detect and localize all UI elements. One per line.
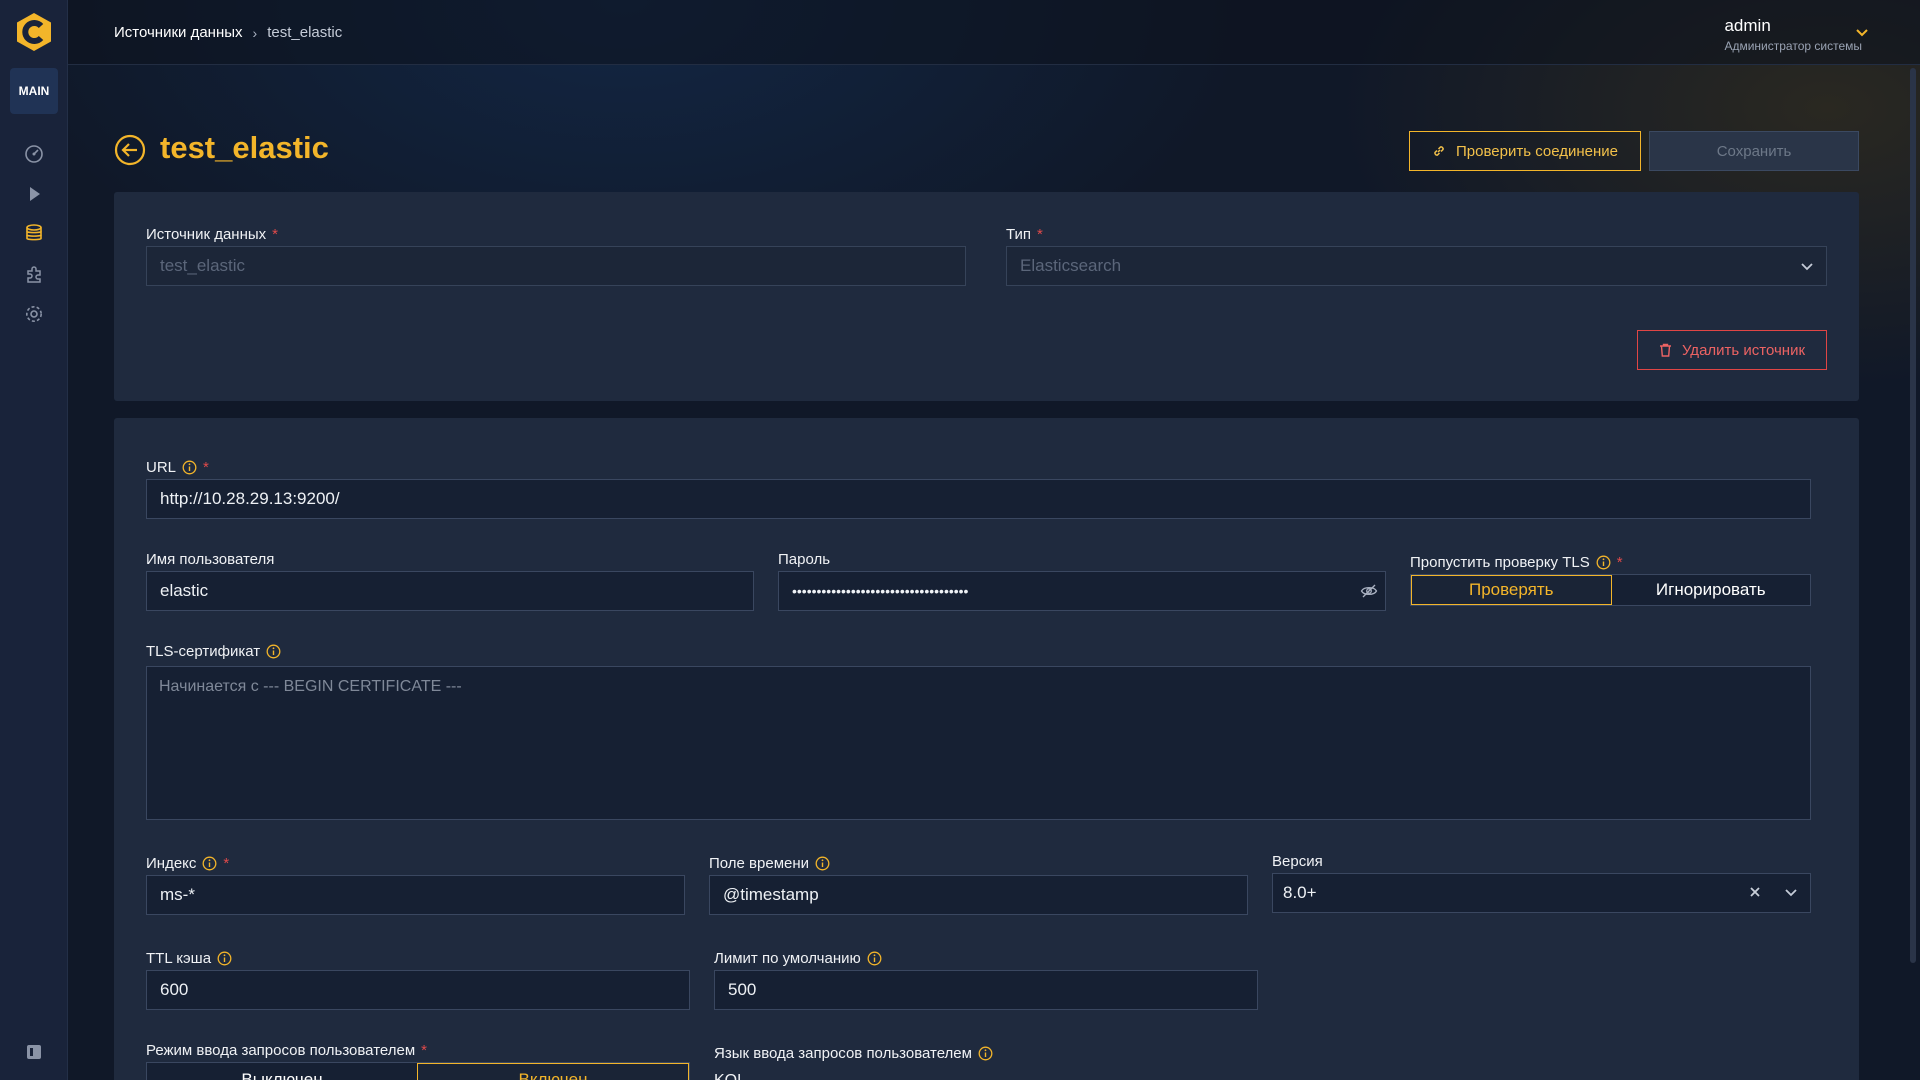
breadcrumb-current: test_elastic xyxy=(267,24,343,41)
tls-certificate-textarea[interactable] xyxy=(146,666,1811,820)
page-title: test_elastic xyxy=(160,130,329,165)
info-icon[interactable] xyxy=(182,460,197,475)
info-icon[interactable] xyxy=(217,951,232,966)
tls-verify-toggle: Проверять Игнорировать xyxy=(1410,574,1811,606)
check-connection-button[interactable]: Проверить соединение xyxy=(1409,131,1641,171)
top-bar: Источники данных › test_elastic admin Ад… xyxy=(68,0,1920,65)
sidebar: MAIN xyxy=(0,0,68,1080)
back-arrow-icon[interactable] xyxy=(114,134,146,166)
time-field-input[interactable] xyxy=(709,875,1248,915)
link-icon xyxy=(1434,146,1444,156)
breadcrumb: Источники данных › test_elastic xyxy=(114,24,342,41)
app-logo-icon[interactable] xyxy=(14,12,54,52)
username-label: Имя пользователя xyxy=(146,551,275,568)
chevron-down-icon[interactable] xyxy=(1799,258,1815,274)
cache-ttl-label: TTL кэша xyxy=(146,950,232,967)
info-icon[interactable] xyxy=(815,856,830,871)
save-button[interactable]: Сохранить xyxy=(1649,131,1859,171)
cache-ttl-input[interactable] xyxy=(146,970,690,1010)
query-language-value[interactable]: KQL xyxy=(714,1072,746,1080)
source-name-input[interactable] xyxy=(146,246,966,286)
query-language-label: Язык ввода запросов пользователем xyxy=(714,1045,993,1062)
clear-icon[interactable] xyxy=(1748,885,1762,899)
settings-icon[interactable] xyxy=(24,304,44,324)
info-icon[interactable] xyxy=(202,856,217,871)
username-input[interactable] xyxy=(146,571,754,611)
url-input[interactable] xyxy=(146,479,1811,519)
workspace-badge[interactable]: MAIN xyxy=(10,68,58,114)
query-mode-toggle: Выключен Включен xyxy=(146,1062,690,1080)
info-icon[interactable] xyxy=(1596,555,1611,570)
user-menu[interactable]: admin Администратор системы xyxy=(1724,16,1862,53)
password-input[interactable]: •••••••••••••••••••••••••••••••••••• xyxy=(778,571,1386,611)
page-scrollbar[interactable] xyxy=(1910,68,1916,963)
trash-icon xyxy=(1659,343,1671,357)
query-mode-label: Режим ввода запросов пользователем * xyxy=(146,1042,427,1059)
query-mode-off-option[interactable]: Выключен xyxy=(147,1063,417,1080)
type-label: Тип * xyxy=(1006,226,1043,243)
password-label: Пароль xyxy=(778,551,831,568)
default-limit-label: Лимит по умолчанию xyxy=(714,950,882,967)
type-select-value: Elasticsearch xyxy=(1020,256,1122,275)
eye-off-icon[interactable] xyxy=(1360,582,1378,600)
version-select-value: 8.0+ xyxy=(1283,883,1317,902)
user-role: Администратор системы xyxy=(1724,39,1862,53)
dashboard-icon[interactable] xyxy=(24,144,44,164)
chevron-down-icon[interactable] xyxy=(1854,24,1870,40)
index-input[interactable] xyxy=(146,875,685,915)
version-select[interactable]: 8.0+ xyxy=(1272,873,1811,913)
database-icon[interactable] xyxy=(24,223,44,243)
version-label: Версия xyxy=(1272,853,1323,870)
check-connection-label: Проверить соединение xyxy=(1456,142,1618,160)
source-name-label: Источник данных * xyxy=(146,226,278,243)
user-name: admin xyxy=(1724,16,1771,35)
password-value: •••••••••••••••••••••••••••••••••••• xyxy=(792,583,969,599)
info-icon[interactable] xyxy=(867,951,882,966)
query-mode-on-option[interactable]: Включен xyxy=(417,1063,689,1080)
breadcrumb-separator: › xyxy=(252,24,258,41)
tls-verify-option[interactable]: Проверять xyxy=(1411,575,1612,605)
url-label: URL * xyxy=(146,459,209,476)
tls-certificate-label: TLS-сертификат xyxy=(146,643,281,660)
default-limit-input[interactable] xyxy=(714,970,1258,1010)
breadcrumb-data-sources-link[interactable]: Источники данных xyxy=(114,24,243,41)
plugin-icon[interactable] xyxy=(24,264,44,284)
type-select[interactable]: Elasticsearch xyxy=(1006,246,1827,286)
info-icon[interactable] xyxy=(266,644,281,659)
play-icon[interactable] xyxy=(24,184,44,204)
tls-ignore-option[interactable]: Игнорировать xyxy=(1611,575,1810,605)
info-icon[interactable] xyxy=(978,1046,993,1061)
tls-skip-label: Пропустить проверку TLS * xyxy=(1410,554,1623,571)
delete-source-button[interactable]: Удалить источник xyxy=(1637,330,1827,370)
index-label: Индекс * xyxy=(146,855,230,872)
delete-source-label: Удалить источник xyxy=(1681,341,1806,359)
chevron-down-icon[interactable] xyxy=(1783,884,1799,900)
time-field-label: Поле времени xyxy=(709,855,830,872)
collapse-sidebar-icon[interactable] xyxy=(27,1045,41,1059)
general-panel xyxy=(114,192,1859,401)
